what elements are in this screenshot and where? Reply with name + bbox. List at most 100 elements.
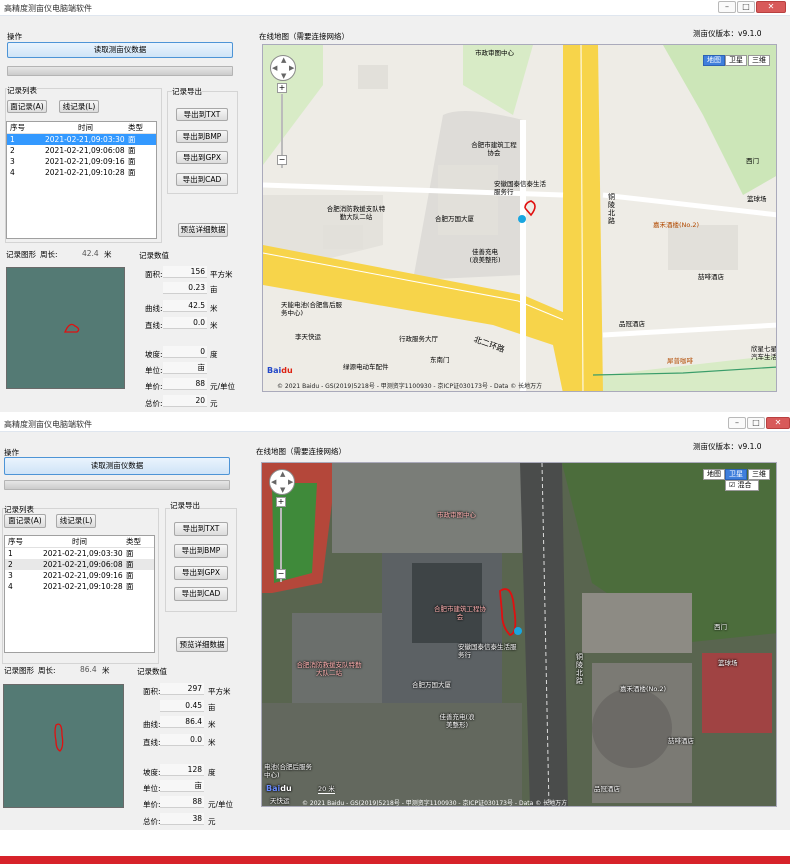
export-bmp-button[interactable]: 导出到BMP xyxy=(176,130,228,143)
table-row[interactable]: 3 2021-02-21,09:09:16 面 xyxy=(5,570,154,581)
poi-label[interactable]: 嘉禾酒楼(No.2) xyxy=(620,685,666,693)
export-txt-button[interactable]: 导出到TXT xyxy=(176,108,228,121)
poi-label[interactable]: 嘉禾酒楼(No.2) xyxy=(653,221,699,229)
export-gpx-button[interactable]: 导出到GPX xyxy=(176,151,228,164)
area-sqm-value: 156 xyxy=(163,266,207,278)
street-label: 铜陵北路 xyxy=(576,653,583,685)
map-type-satellite[interactable]: 卫星 xyxy=(725,55,747,66)
unit-label: 单位: xyxy=(143,784,161,793)
table-row[interactable]: 4 2021-02-21,09:10:28 面 xyxy=(7,167,156,178)
map-zoom-control[interactable]: + − xyxy=(277,83,287,179)
total-label: 总价: xyxy=(143,817,161,826)
export-cad-button[interactable]: 导出到CAD xyxy=(176,173,228,186)
minimize-button[interactable]: – xyxy=(718,1,736,13)
table-row[interactable]: 2 2021-02-21,09:06:08 面 xyxy=(7,145,156,156)
title-bar: 高精度测亩仪电脑端软件 – □ ✕ xyxy=(0,0,790,16)
col-type-header: 类型 xyxy=(125,122,156,134)
perimeter-label: 周长: xyxy=(40,250,58,259)
map-type-satellite[interactable]: 卫星 xyxy=(725,469,747,480)
line-records-button[interactable]: 线记录(L) xyxy=(56,514,96,528)
zoom-out-button[interactable]: − xyxy=(276,569,286,579)
table-row[interactable]: 1 2021-02-21,09:03:30 面 xyxy=(7,133,156,145)
unit-value: 亩 xyxy=(160,780,204,792)
poi-label[interactable]: 市政审图中心 xyxy=(437,511,476,519)
maximize-button[interactable]: □ xyxy=(747,417,765,429)
preview-details-button[interactable]: 预览详细数据 xyxy=(176,637,228,652)
poi-label[interactable]: 东南门 xyxy=(430,356,450,364)
online-map[interactable]: ▲ ▼ ◀ ▶ + − 地图 卫星 三维 ☑ 混合 市政审图中心 合肥市建筑工程协会 安… xyxy=(261,462,777,807)
col-no-header: 序号 xyxy=(7,122,42,134)
perimeter-unit: 米 xyxy=(102,666,110,675)
poi-label[interactable]: 合肥市建筑工程协会 xyxy=(471,141,517,157)
minimize-button[interactable]: – xyxy=(728,417,746,429)
map-type-3d[interactable]: 三维 xyxy=(748,469,770,480)
poi-label[interactable]: 品冠酒店 xyxy=(594,785,620,793)
poi-label[interactable]: 佳善充电(浪美整形) xyxy=(437,713,477,729)
export-gpx-button[interactable]: 导出到GPX xyxy=(174,566,228,580)
total-label: 总价: xyxy=(145,399,163,408)
total-unit: 元 xyxy=(208,817,216,826)
table-row[interactable]: 1 2021-02-21,09:03:30 面 xyxy=(5,548,154,560)
zoom-in-button[interactable]: + xyxy=(276,497,286,507)
poi-label[interactable]: 篮球场 xyxy=(718,659,738,667)
export-bmp-button[interactable]: 导出到BMP xyxy=(174,544,228,558)
slope-unit: 度 xyxy=(208,768,216,777)
poi-label[interactable]: 品冠酒店 xyxy=(619,320,645,328)
poi-label[interactable]: 天快运 xyxy=(270,797,290,805)
map-zoom-control[interactable]: + − xyxy=(276,497,286,593)
map-type-map[interactable]: 地图 xyxy=(703,55,725,66)
poi-label[interactable]: 西门 xyxy=(746,157,759,165)
map-pan-control[interactable]: ▲ ▼ ◀ ▶ xyxy=(269,469,295,495)
area-mu-value: 0.45 xyxy=(160,700,204,712)
baidu-logo: Baidu xyxy=(267,366,293,375)
close-button[interactable]: ✕ xyxy=(766,417,790,429)
straight-value: 0.0 xyxy=(163,317,207,329)
export-cad-button[interactable]: 导出到CAD xyxy=(174,587,228,601)
poi-label[interactable]: 喆啡酒店 xyxy=(698,273,724,281)
close-button[interactable]: ✕ xyxy=(756,1,786,13)
poi-label[interactable]: 合肥万国大厦 xyxy=(412,681,451,689)
poi-label[interactable]: 合肥消防救援支队特勤大队二站 xyxy=(294,661,364,677)
line-records-button[interactable]: 线记录(L) xyxy=(59,100,99,113)
hybrid-checkbox[interactable]: ☑ 混合 xyxy=(725,480,759,491)
area-records-button[interactable]: 面记录(A) xyxy=(4,514,46,528)
read-device-button[interactable]: 读取测亩仪数据 xyxy=(7,42,233,58)
shape-canvas xyxy=(3,684,124,808)
window-title: 高精度测亩仪电脑端软件 xyxy=(4,4,92,13)
poi-label[interactable]: 天能电池(合肥售后服务中心) xyxy=(281,301,347,317)
poi-label[interactable]: 犀普咖啡 xyxy=(667,357,693,365)
poi-label[interactable]: 行政服务大厅 xyxy=(399,335,438,343)
table-row[interactable]: 4 2021-02-21,09:10:28 面 xyxy=(5,581,154,592)
poi-label[interactable]: 安徽国泰信泰生活服务行 xyxy=(494,180,550,196)
records-table[interactable]: 序号 时间 类型 1 2021-02-21,09:03:30 面 2 2021-02-21… xyxy=(6,121,157,239)
poi-label[interactable]: 合肥市建筑工程协会 xyxy=(434,605,486,621)
online-map[interactable]: ▲ ▼ ◀ ▶ + − 地图 卫星 三维 市政审图中心 合肥市建筑工程协会 安徽国泰信泰… xyxy=(262,44,777,392)
area-records-button[interactable]: 面记录(A) xyxy=(7,100,47,113)
poi-label[interactable]: 合肥万国大厦 xyxy=(435,215,474,223)
zoom-out-button[interactable]: − xyxy=(277,155,287,165)
poi-label[interactable]: 电池(合肥后服务中心) xyxy=(264,763,316,779)
poi-label[interactable]: 欣星七星汽车生活 xyxy=(751,345,776,361)
table-row[interactable]: 3 2021-02-21,09:09:16 面 xyxy=(7,156,156,167)
zoom-in-button[interactable]: + xyxy=(277,83,287,93)
read-device-button[interactable]: 读取测亩仪数据 xyxy=(4,457,230,475)
export-label: 记录导出 xyxy=(170,500,200,511)
poi-label[interactable]: 喆啡酒店 xyxy=(668,737,694,745)
table-row[interactable]: 2 2021-02-21,09:06:08 面 xyxy=(5,559,154,570)
map-type-3d[interactable]: 三维 xyxy=(748,55,770,66)
preview-details-button[interactable]: 预览详细数据 xyxy=(178,223,228,237)
poi-label[interactable]: 李天快运 xyxy=(295,333,321,341)
poi-label[interactable]: 绿源电动车配件 xyxy=(343,363,389,371)
poi-label[interactable]: 佳善充电(浪美整形) xyxy=(468,248,502,264)
poi-label[interactable]: 市政审图中心 xyxy=(475,49,514,57)
poi-label[interactable]: 合肥消防救援支队特勤大队二站 xyxy=(325,205,387,221)
map-pan-control[interactable]: ▲ ▼ ◀ ▶ xyxy=(270,55,296,81)
records-table[interactable]: 序号 时间 类型 1 2021-02-21,09:03:30 面 2 2021-02-21… xyxy=(4,535,155,653)
poi-label[interactable]: 篮球场 xyxy=(747,195,767,203)
poi-label[interactable]: 西门 xyxy=(714,623,727,631)
map-type-map[interactable]: 地图 xyxy=(703,469,725,480)
perimeter-value: 42.4 xyxy=(82,249,99,258)
poi-label[interactable]: 安徽国泰信泰生活服务行 xyxy=(458,643,518,659)
maximize-button[interactable]: □ xyxy=(737,1,755,13)
export-txt-button[interactable]: 导出到TXT xyxy=(174,522,228,536)
